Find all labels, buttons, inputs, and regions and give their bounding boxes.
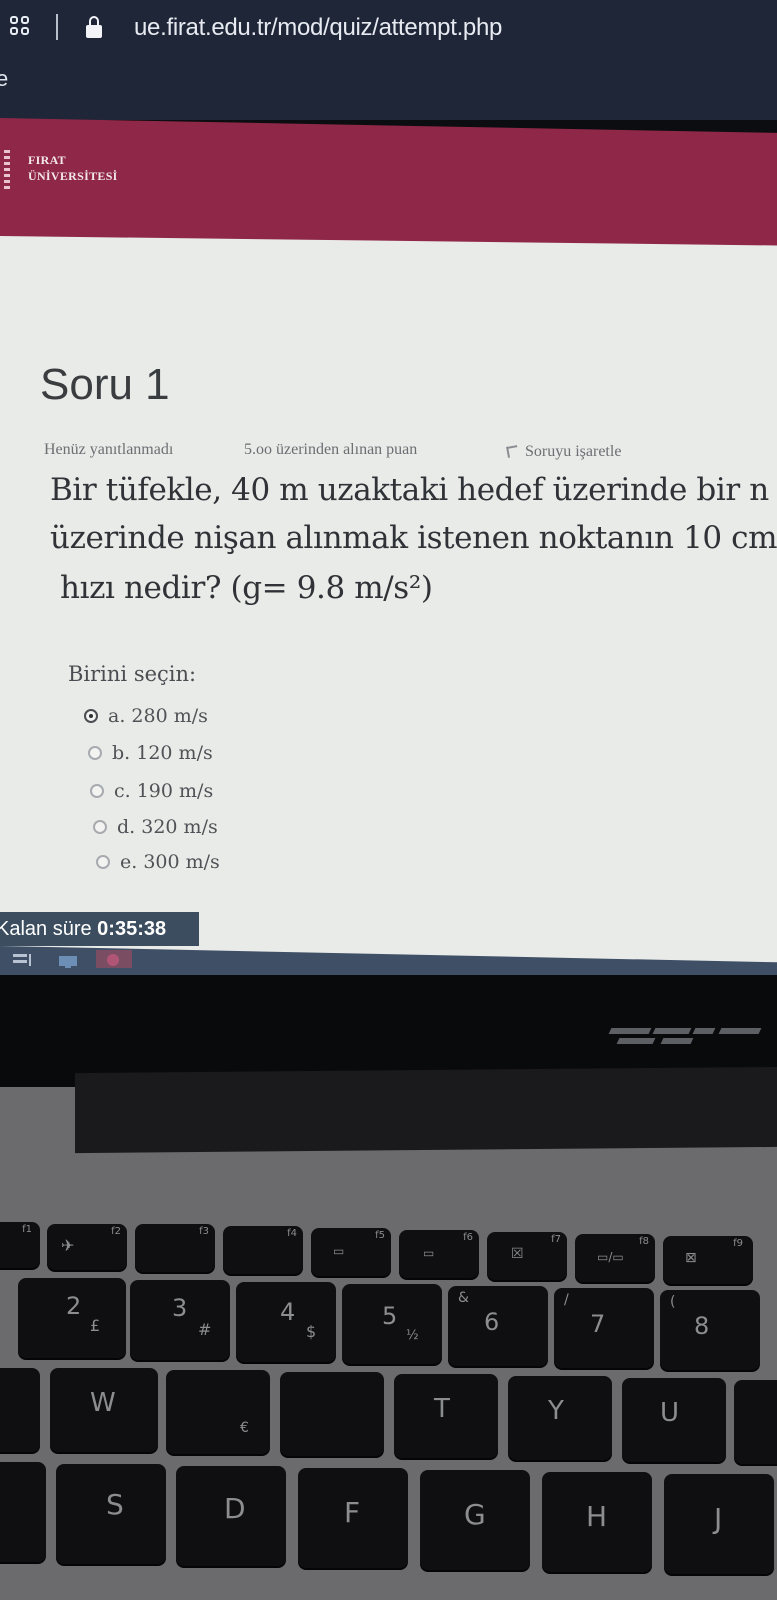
answer-label[interactable]: e. 300 m/s: [120, 851, 220, 873]
question-text-line-1: Bir tüfekle, 40 m uzaktaki hedef üzerind…: [50, 472, 769, 508]
key-t[interactable]: T: [394, 1374, 498, 1458]
question-mark: 5.oo üzerinden alınan puan: [244, 441, 418, 458]
key-f9[interactable]: f9 ⊠: [663, 1236, 753, 1284]
toolbar-divider: [56, 14, 58, 40]
key-g[interactable]: G: [420, 1470, 530, 1570]
key-i[interactable]: [734, 1380, 777, 1464]
browser-toolbar: ue.firat.edu.tr/mod/quiz/attempt.php e: [0, 0, 777, 120]
logo-line-1: FIRAT: [28, 153, 66, 167]
key-f3[interactable]: f3: [135, 1224, 215, 1272]
key-d[interactable]: D: [176, 1466, 286, 1566]
desktop-app-icon[interactable]: [58, 954, 80, 972]
university-logo-icon[interactable]: [2, 147, 16, 191]
window-fragment-text: e: [0, 66, 9, 91]
logo-line-2: ÜNİVERSİTESİ: [28, 169, 118, 183]
projector-icon: ▭/▭: [597, 1250, 624, 1264]
question-title: Soru 1: [40, 360, 170, 409]
question-status: Henüz yanıtlanmadı: [44, 441, 174, 458]
radio-selected-icon[interactable]: [84, 709, 98, 723]
key-2[interactable]: 2 £: [18, 1278, 126, 1358]
answer-label[interactable]: b. 120 m/s: [112, 742, 213, 764]
display-off-icon: ☒: [511, 1246, 524, 1262]
key-f8[interactable]: f8 ▭/▭: [575, 1234, 655, 1282]
address-bar[interactable]: ue.firat.edu.tr/mod/quiz/attempt.php: [134, 14, 502, 42]
key-f4[interactable]: f4: [223, 1226, 303, 1274]
tabs-grid-icon[interactable]: [10, 16, 32, 38]
key-f1[interactable]: f1: [0, 1222, 40, 1268]
photo-frame: ue.firat.edu.tr/mod/quiz/attempt.php e F…: [0, 0, 777, 1600]
key-h[interactable]: H: [542, 1472, 652, 1572]
key-y[interactable]: Y: [508, 1376, 612, 1460]
key-u[interactable]: U: [622, 1378, 726, 1462]
flag-icon[interactable]: [506, 445, 519, 458]
keyboard-hinge: [75, 1066, 777, 1154]
key-4[interactable]: 4 $: [236, 1282, 336, 1362]
key-e[interactable]: €: [166, 1370, 270, 1454]
brightness-down-icon: ▭: [333, 1244, 345, 1258]
browser-app-icon[interactable]: [96, 950, 132, 968]
radio-icon[interactable]: [90, 784, 104, 798]
university-logo-text[interactable]: FIRAT ÜNİVERSİTESİ: [28, 152, 118, 184]
key-q[interactable]: [0, 1368, 40, 1452]
key-3[interactable]: 3 #: [130, 1280, 230, 1360]
time-remaining: Kalan süre 0:35:38: [0, 912, 199, 946]
key-5[interactable]: 5 ½: [342, 1284, 442, 1364]
key-r[interactable]: [280, 1372, 384, 1456]
key-8[interactable]: 8 (: [660, 1290, 760, 1370]
key-f5[interactable]: f5 ▭: [311, 1228, 391, 1276]
answer-label[interactable]: c. 190 m/s: [114, 780, 213, 802]
key-s[interactable]: S: [56, 1464, 166, 1564]
key-j[interactable]: J: [664, 1474, 774, 1574]
key-7[interactable]: 7 /: [554, 1288, 654, 1368]
lock-icon[interactable]: [86, 16, 102, 38]
key-w[interactable]: W: [50, 1368, 158, 1452]
touchpad-icon: ⊠: [685, 1250, 697, 1266]
key-f6[interactable]: f6 ▭: [399, 1230, 479, 1278]
timer-label: Kalan süre: [0, 918, 98, 940]
timer-value: 0:35:38: [97, 918, 167, 940]
answer-prompt: Birini seçin:: [68, 662, 197, 686]
key-caps[interactable]: [0, 1462, 46, 1562]
task-view-icon[interactable]: [12, 952, 34, 970]
question-text-line-2: üzerinde nişan alınmak istenen noktanın …: [50, 520, 777, 556]
radio-icon[interactable]: [93, 820, 107, 834]
flag-question-link[interactable]: Soruyu işaretle: [525, 443, 621, 461]
key-6[interactable]: 6 &: [448, 1286, 548, 1366]
question-text-line-3: hızı nedir? (g= 9.8 m/s²): [60, 570, 433, 606]
radio-icon[interactable]: [88, 746, 102, 760]
laptop-brand-logo: [608, 1024, 770, 1050]
radio-icon[interactable]: [96, 855, 110, 869]
answer-label[interactable]: a. 280 m/s: [108, 705, 208, 727]
key-f2[interactable]: f2 ✈: [47, 1224, 127, 1270]
key-f[interactable]: F: [298, 1468, 408, 1568]
key-f7[interactable]: f7 ☒: [487, 1232, 567, 1280]
airplane-icon: ✈: [61, 1236, 75, 1255]
answer-label[interactable]: d. 320 m/s: [117, 816, 218, 838]
brightness-up-icon: ▭: [423, 1246, 435, 1260]
